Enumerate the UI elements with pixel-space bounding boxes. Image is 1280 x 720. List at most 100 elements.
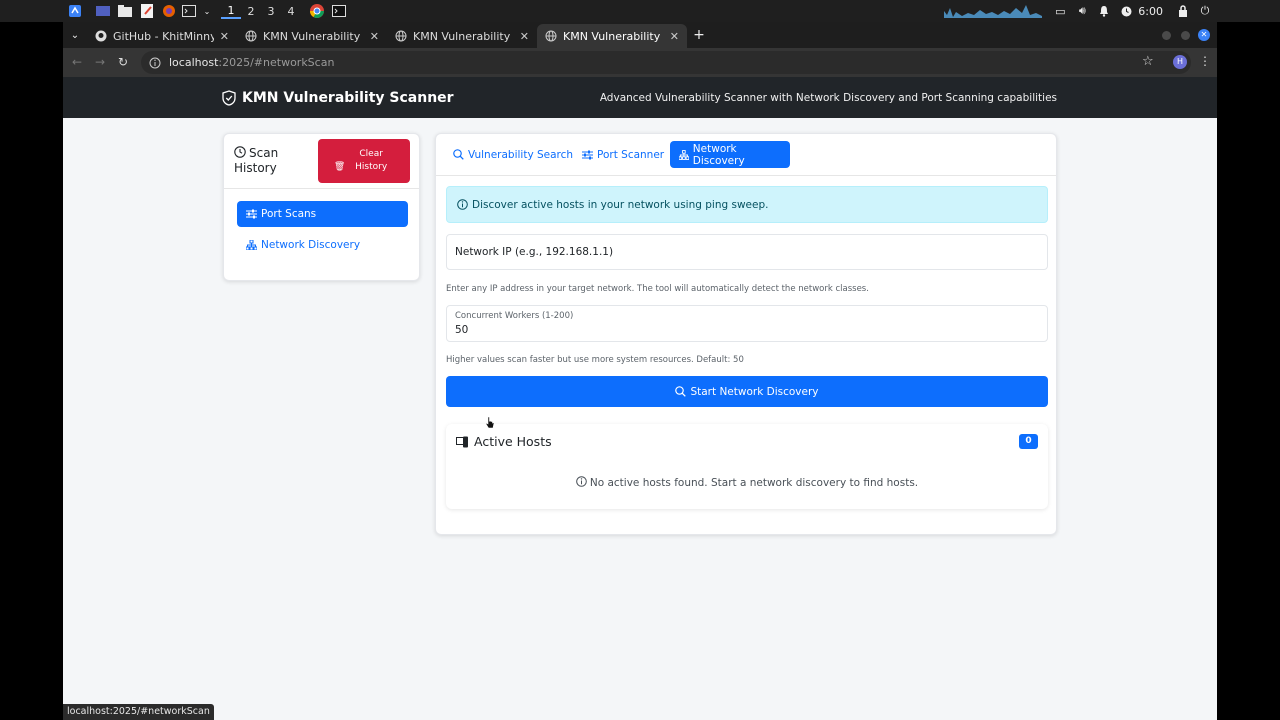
concurrent-workers-help: Higher values scan faster but use more s… — [446, 355, 744, 365]
tab-network-discovery[interactable]: Network Discovery — [670, 141, 790, 168]
notifications-icon[interactable] — [1096, 3, 1112, 19]
close-icon[interactable]: ✕ — [670, 30, 679, 43]
concurrent-workers-input[interactable]: Concurrent Workers (1-200) 50 — [446, 305, 1048, 342]
mouse-cursor-icon — [485, 416, 495, 429]
url-host: localhost — [169, 56, 219, 69]
active-hosts-card: Active Hosts 0 No active hosts found. St… — [446, 424, 1048, 509]
workspace-3[interactable]: 3 — [261, 5, 281, 18]
close-window-icon[interactable]: ✕ — [1198, 29, 1210, 41]
close-icon[interactable]: ✕ — [520, 30, 529, 43]
lock-icon[interactable] — [1175, 3, 1191, 19]
active-hosts-title: Active Hosts — [456, 434, 552, 449]
browser-tab-scanner-1[interactable]: KMN Vulnerability Scanne ✕ — [237, 24, 387, 48]
tab-vulnerability-search[interactable]: Vulnerability Search — [444, 141, 582, 168]
taskbar-right-strip — [1217, 0, 1280, 22]
info-circle-icon — [457, 199, 468, 210]
network-icon — [246, 240, 257, 250]
github-icon — [95, 30, 107, 42]
network-ip-input[interactable]: Network IP (e.g., 192.168.1.1) — [446, 234, 1048, 270]
info-alert: Discover active hosts in your network us… — [446, 186, 1048, 223]
bookmark-star-icon[interactable]: ☆ — [1142, 54, 1154, 69]
tab-port-scanner[interactable]: Port Scanner — [573, 141, 673, 168]
tagline: Advanced Vulnerability Scanner with Netw… — [599, 91, 1057, 104]
shield-icon — [222, 89, 236, 106]
history-item-label: Port Scans — [261, 208, 317, 220]
tab-label: Network Discovery — [692, 142, 745, 167]
reload-icon[interactable]: ↻ — [118, 55, 128, 69]
url-bar[interactable]: localhost:2025/#networkScan — [141, 51, 1191, 74]
search-icon — [453, 149, 464, 160]
files-icon[interactable] — [117, 3, 133, 19]
maximize-icon[interactable] — [1181, 30, 1190, 40]
clear-history-label: Clear History — [355, 149, 388, 172]
browser-tab-label: KMN Vulnerability Scanne — [263, 29, 364, 43]
no-hosts-text: No active hosts found. Start a network d… — [589, 477, 919, 489]
network-ip-help: Enter any IP address in your target netw… — [446, 284, 869, 294]
brand[interactable]: KMN Vulnerability Scanner — [222, 90, 454, 106]
close-icon[interactable]: ✕ — [370, 30, 379, 43]
link-status-tooltip: localhost:2025/#networkScan — [63, 704, 214, 720]
workspace-4[interactable]: 4 — [281, 5, 301, 18]
workspace-1[interactable]: 1 — [221, 4, 241, 19]
sliders-icon — [582, 150, 593, 159]
network-ip-placeholder: Network IP (e.g., 192.168.1.1) — [455, 246, 614, 258]
volume-icon[interactable]: 🔊︎ — [1074, 3, 1090, 19]
cpu-graph-icon — [944, 3, 1043, 19]
browser-tab-github[interactable]: GitHub - KhitMinnyo/KM ✕ — [87, 24, 237, 48]
taskbar-left-strip — [0, 0, 63, 22]
tab-search-icon[interactable]: ⌄ — [63, 23, 87, 47]
workspace-2[interactable]: 2 — [241, 5, 261, 18]
terminal-window-icon[interactable] — [331, 3, 347, 19]
devices-icon — [456, 436, 468, 447]
firefox-icon[interactable] — [161, 3, 177, 19]
back-icon[interactable]: ← — [72, 55, 82, 69]
power-icon[interactable]: ⏻ — [1197, 3, 1213, 19]
concurrent-workers-value: 50 — [455, 324, 469, 336]
chevron-down-icon[interactable]: ⌄ — [199, 3, 215, 19]
app-header: KMN Vulnerability Scanner Advanced Vulne… — [63, 77, 1217, 118]
chrome-icon[interactable] — [309, 3, 325, 19]
history-item-port-scans[interactable]: Port Scans — [237, 201, 408, 227]
menu-icon[interactable]: ⋮ — [1199, 54, 1211, 68]
profile-avatar[interactable]: H — [1173, 55, 1187, 69]
minimize-icon[interactable] — [1162, 30, 1171, 40]
history-item-label: Network Discovery — [261, 239, 361, 251]
scan-history-title: Scan History — [234, 146, 304, 176]
terminal-icon[interactable] — [181, 3, 197, 19]
url-path: :2025/#networkScan — [218, 56, 335, 69]
search-icon — [675, 386, 687, 397]
screen: ⌄ 1 2 3 4 ▭ 🔊︎ 6:00 ⏻ ⌄ GitHub - KhitMin… — [0, 0, 1280, 720]
desktop-icon[interactable] — [95, 3, 111, 19]
os-taskbar: ⌄ 1 2 3 4 ▭ 🔊︎ 6:00 ⏻ — [63, 0, 1217, 22]
app-menu-icon[interactable] — [67, 3, 83, 19]
browser-tab-label: GitHub - KhitMinnyo/KM — [113, 29, 214, 43]
brand-name: KMN Vulnerability Scanner — [242, 89, 454, 106]
window-list-icon[interactable]: ▭ — [1052, 3, 1068, 19]
active-hosts-title-text: Active Hosts — [474, 434, 552, 449]
browser-tab-label: KMN Vulnerability Scanne — [413, 29, 514, 43]
browser-toolbar: ← → ↻ localhost:2025/#networkScan ☆ H ⋮ — [63, 48, 1217, 77]
browser-tabbar: ⌄ GitHub - KhitMinnyo/KM ✕ KMN Vulnerabi… — [63, 22, 1217, 48]
site-info-icon[interactable] — [149, 57, 161, 69]
scanner-main-card: Vulnerability Search Port Scanner Networ… — [435, 133, 1057, 535]
text-editor-icon[interactable] — [139, 3, 155, 19]
tab-label: Port Scanner — [597, 148, 665, 161]
start-network-discovery-button[interactable]: Start Network Discovery — [446, 376, 1048, 407]
new-tab-icon[interactable]: + — [687, 23, 711, 47]
web-page: KMN Vulnerability Scanner Advanced Vulne… — [63, 77, 1217, 720]
clear-history-button[interactable]: 🗑︎ Clear History — [318, 139, 410, 183]
start-network-discovery-label: Start Network Discovery — [690, 385, 819, 398]
scanner-tabs: Vulnerability Search Port Scanner Networ… — [436, 134, 1056, 176]
clock-time: 6:00 — [1138, 4, 1163, 18]
browser-tab-scanner-3-active[interactable]: KMN Vulnerability Scanne ✕ — [537, 24, 687, 48]
info-circle-icon — [576, 476, 587, 487]
history-item-network-discovery[interactable]: Network Discovery — [237, 232, 408, 258]
clock-icon — [234, 146, 246, 158]
globe-icon — [395, 30, 407, 42]
browser-tab-scanner-2[interactable]: KMN Vulnerability Scanne ✕ — [387, 24, 537, 48]
trash-icon: 🗑︎ — [333, 162, 346, 172]
scan-history-card: Scan History 🗑︎ Clear History Port Scans… — [223, 133, 420, 281]
tab-label: Vulnerability Search — [468, 148, 574, 161]
forward-icon[interactable]: → — [95, 55, 105, 69]
close-icon[interactable]: ✕ — [220, 30, 229, 43]
